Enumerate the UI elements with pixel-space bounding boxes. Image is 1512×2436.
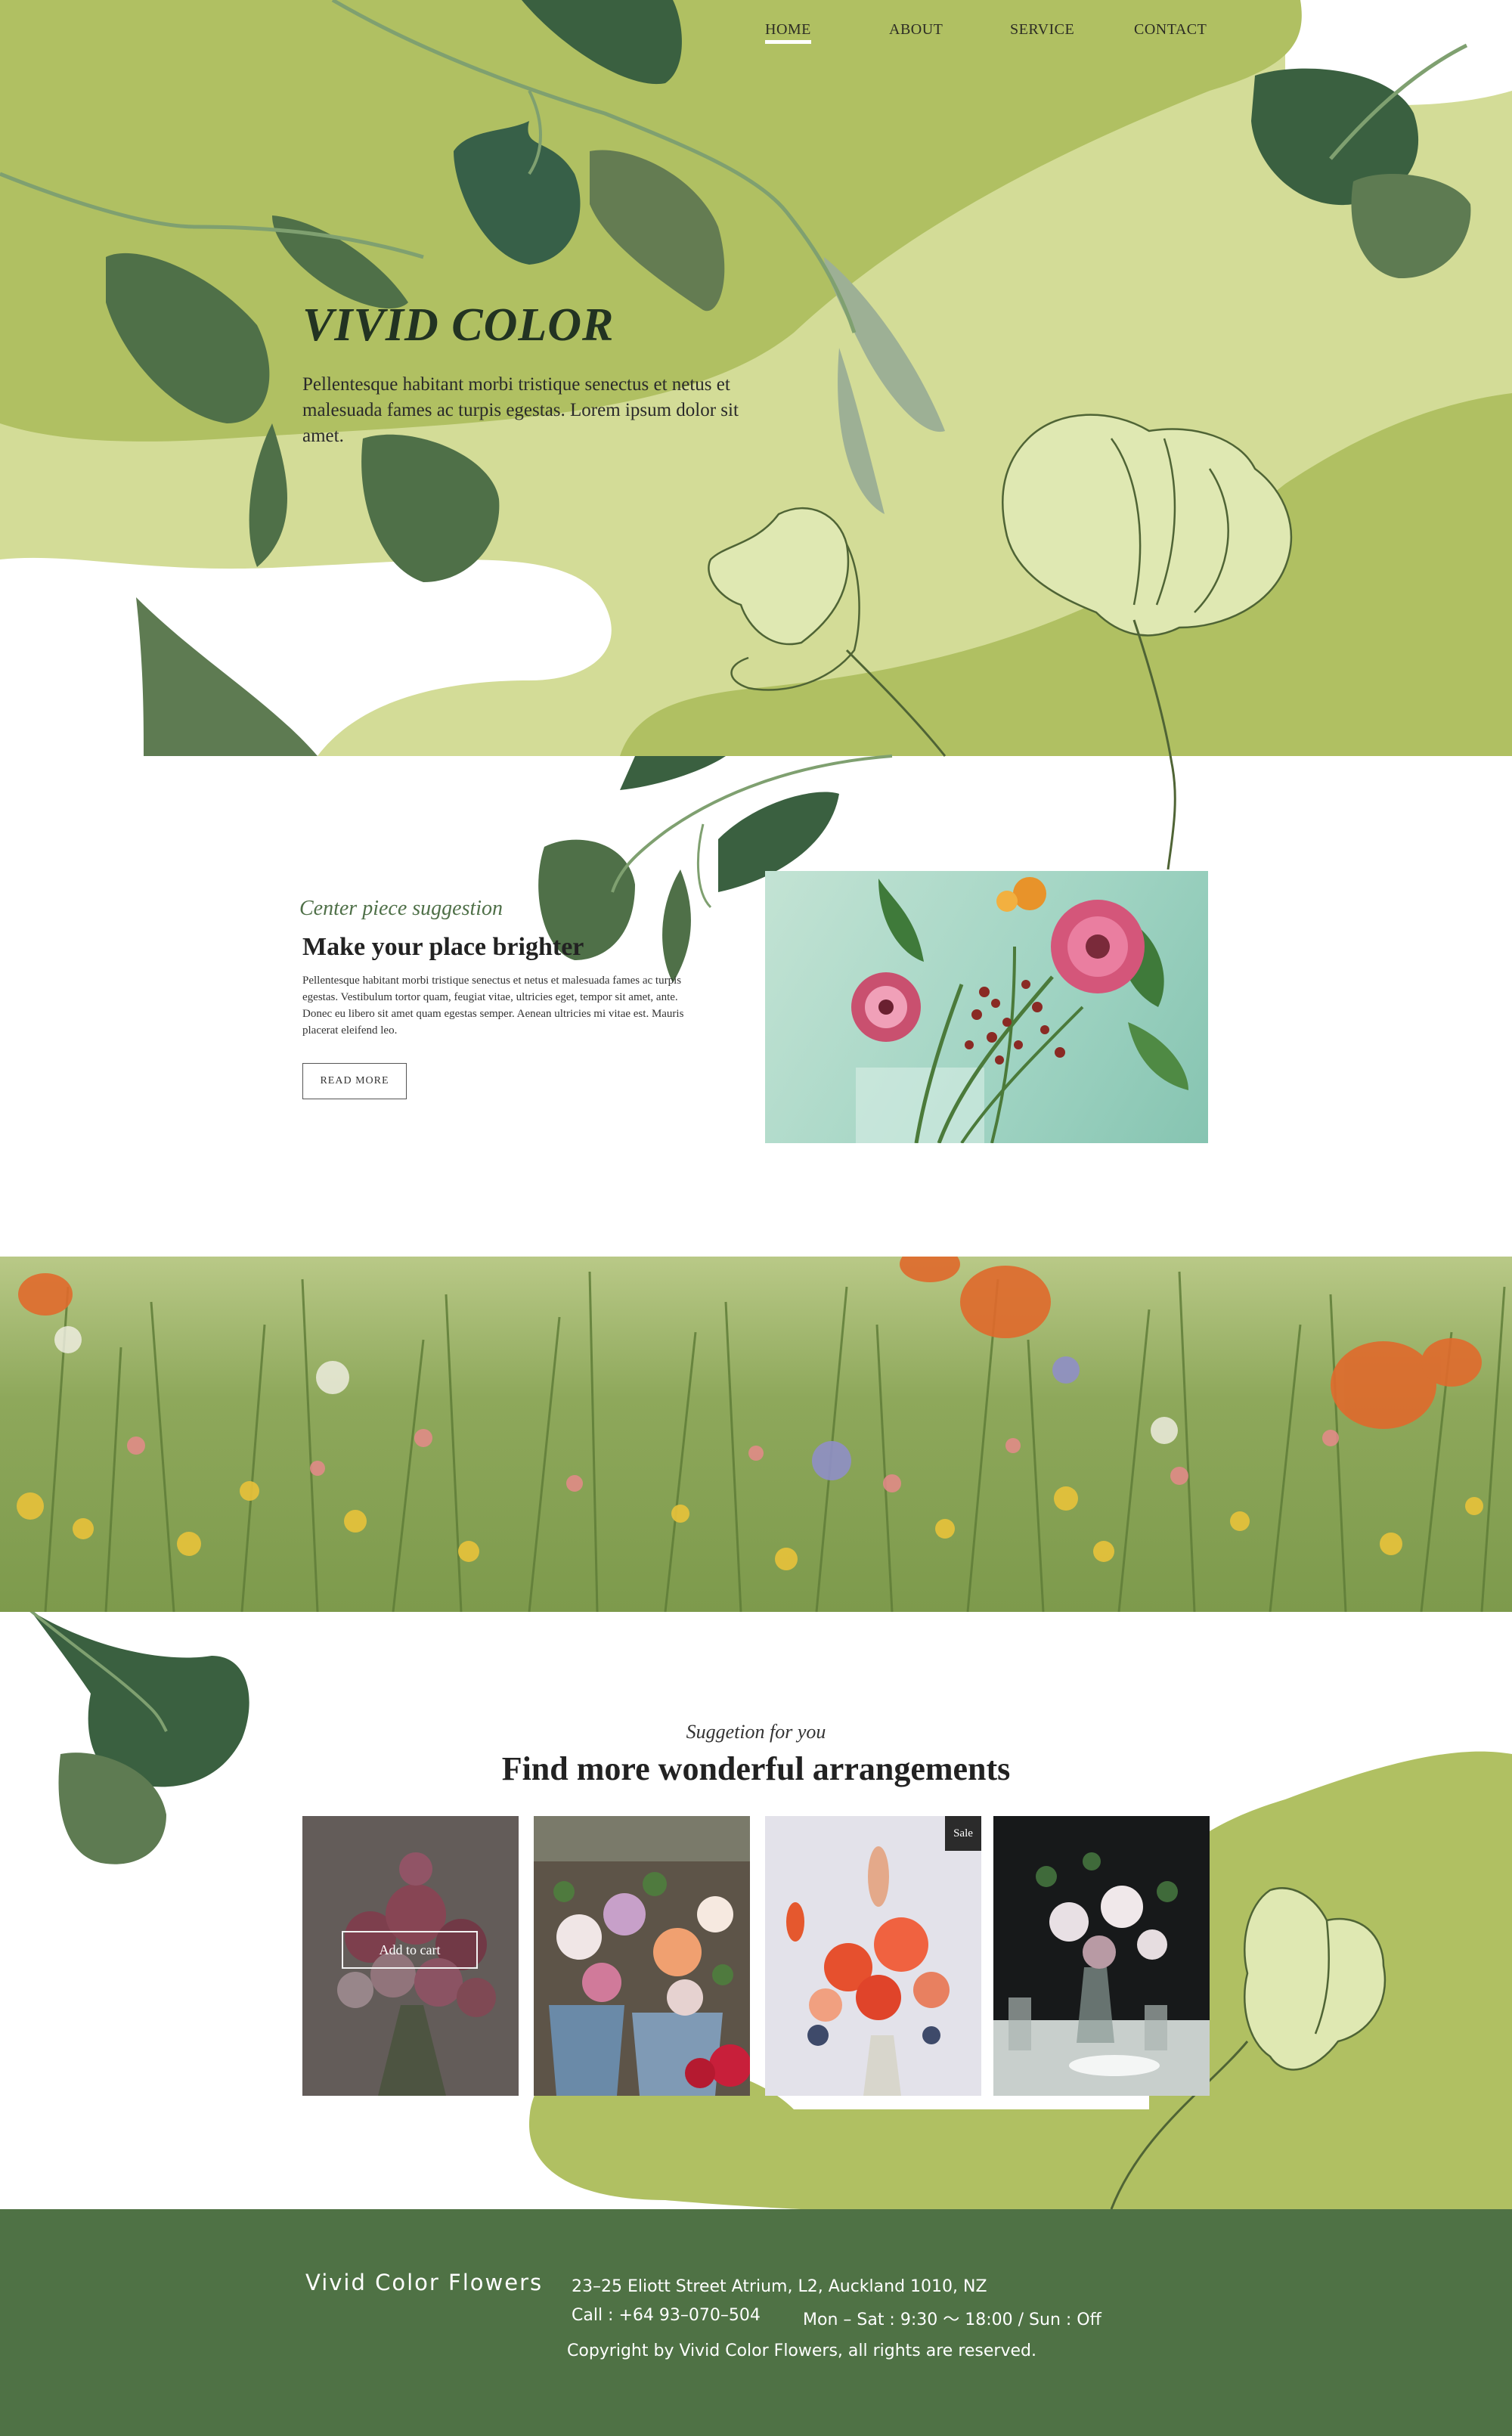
sale-badge: Sale: [945, 1816, 981, 1851]
nav-about-link[interactable]: ABOUT: [889, 21, 943, 39]
footer-phone: Call : +64 93–070–504: [572, 2306, 761, 2325]
site-footer: Vivid Color Flowers 23–25 Eliott Street …: [0, 2209, 1512, 2436]
product-card[interactable]: Add to cart: [302, 1816, 519, 2096]
product-card[interactable]: Sale: [765, 1816, 981, 2096]
product-card[interactable]: [534, 1816, 750, 2096]
centerpiece-title: Make your place brighter: [302, 933, 584, 961]
centerpiece-eyebrow: Center piece suggestion: [299, 897, 503, 920]
centerpiece-description: Pellentesque habitant morbi tristique se…: [302, 975, 684, 1037]
footer-copyright: Copyright by Vivid Color Flowers, all ri…: [567, 2341, 1036, 2360]
suggestion-eyebrow: Suggetion for you: [686, 1721, 826, 1743]
hero-background-art: [0, 0, 1512, 2217]
footer-brand: Vivid Color Flowers: [305, 2270, 544, 2295]
hero-description: Pellentesque habitant morbi tristique se…: [302, 374, 739, 446]
product-image: [993, 1816, 1210, 2096]
nav-home-link[interactable]: HOME: [765, 21, 811, 44]
nav-service-link[interactable]: SERVICE: [1010, 21, 1074, 39]
product-image: [534, 1816, 750, 2096]
product-image: [765, 1816, 981, 2096]
gerbera-vase-image: [851, 877, 1188, 1143]
nav-contact-link[interactable]: CONTACT: [1134, 21, 1207, 39]
add-to-cart-button[interactable]: Add to cart: [342, 1931, 478, 1969]
product-card[interactable]: [993, 1816, 1210, 2096]
suggestion-title: Find more wonderful arrangements: [501, 1750, 1011, 1787]
centerpiece-photo: [765, 871, 1208, 1143]
hero-title: VIVID COLOR: [302, 299, 615, 351]
wildflower-banner-image: [0, 1257, 1512, 1612]
footer-hours: Mon – Sat : 9:30 〜 18:00 / Sun : Off: [803, 2310, 1101, 2329]
wildflower-meadow-art: [17, 1257, 1506, 1612]
read-more-button[interactable]: READ MORE: [302, 1063, 407, 1099]
footer-address: 23–25 Eliott Street Atrium, L2, Auckland…: [572, 2277, 987, 2296]
